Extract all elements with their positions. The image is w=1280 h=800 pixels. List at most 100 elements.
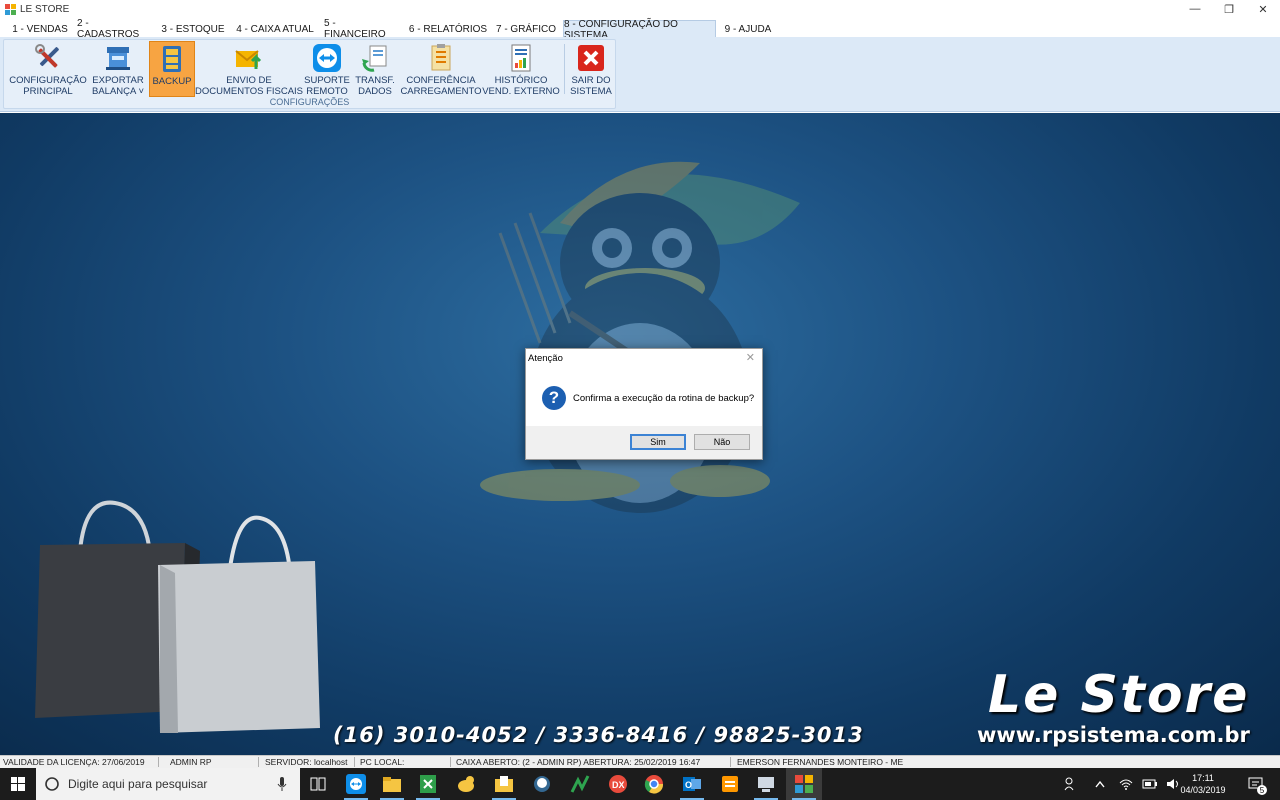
tab-cadastros[interactable]: 2 - CADASTROS [77, 18, 153, 40]
taskbar-app-lestore[interactable] [786, 768, 822, 800]
taskbar-app-duck[interactable] [448, 768, 484, 800]
windows-taskbar: Digite aqui para pesquisar DX O 17:11 04… [0, 768, 1280, 800]
status-server: SERVIDOR: localhost [265, 757, 348, 767]
status-bar: VALIDADE DA LICENÇA: 27/06/2019 ADMIN RP… [0, 755, 1280, 768]
dialog-footer: Sim Não [526, 426, 762, 459]
wifi-icon[interactable] [1116, 768, 1136, 800]
scale-icon [103, 43, 133, 73]
task-view-button[interactable] [300, 768, 336, 800]
window-title: LE STORE [20, 3, 70, 15]
sair-do-sistema-button[interactable]: SAIR DO SISTEMA [569, 41, 613, 97]
confirm-backup-dialog: Atenção ✕ ? Confirma a execução da rotin… [525, 348, 763, 460]
chrome-icon [644, 775, 664, 794]
taskbar-app-explorer[interactable] [374, 768, 410, 800]
conferencia-carregamento-button[interactable]: CONFERÊNCIA CARREGAMENTO [400, 41, 482, 97]
taskbar-clock[interactable]: 17:11 04/03/2019 [1172, 772, 1234, 796]
transf-dados-button[interactable]: TRANSF. DADOS [354, 41, 396, 97]
exit-icon [576, 43, 606, 73]
spreadsheet-icon [420, 775, 436, 793]
backup-button[interactable]: BACKUP [149, 41, 195, 97]
folder-icon [495, 776, 513, 792]
title-bar: LE STORE — ❐ ✕ [0, 0, 1280, 18]
tab-estoque[interactable]: 3 - ESTOQUE [160, 20, 226, 38]
editor-icon [722, 776, 738, 792]
outlook-icon: O [683, 777, 701, 791]
people-icon[interactable] [1060, 768, 1082, 800]
backup-icon [157, 44, 187, 74]
exportar-balanca-button[interactable]: EXPORTAR BALANÇA ˅ [90, 41, 146, 97]
svg-text:O: O [685, 780, 692, 790]
configuracao-principal-button[interactable]: CONFIGURAÇÃO PRINCIPAL [9, 41, 87, 97]
taskbar-search-box[interactable]: Digite aqui para pesquisar [36, 768, 300, 800]
folder-icon [383, 777, 401, 792]
task-view-icon [310, 777, 326, 791]
battery-icon[interactable] [1140, 768, 1160, 800]
contact-phones-text: (16) 3010-4052 / 3336-8416 / 98825-3013 [333, 723, 864, 747]
ribbon-group-label: CONFIGURAÇÕES [269, 97, 350, 107]
question-icon: ? [542, 386, 566, 410]
tab-grafico[interactable]: 7 - GRÁFICO [495, 20, 557, 38]
close-window-button[interactable]: ✕ [1246, 0, 1280, 18]
status-license: VALIDADE DA LICENÇA: 27/06/2019 [3, 757, 145, 767]
action-center-button[interactable]: 5 [1244, 768, 1268, 800]
start-button[interactable] [0, 768, 36, 800]
windows-logo-icon [11, 777, 25, 791]
minimize-button[interactable]: — [1178, 0, 1212, 18]
taskbar-app-teamviewer[interactable] [338, 768, 374, 800]
ribbon-separator [564, 44, 565, 94]
envelope-upload-icon [234, 43, 264, 73]
clock-date: 04/03/2019 [1180, 785, 1226, 795]
teamviewer-icon [312, 43, 342, 73]
report-icon [506, 43, 536, 73]
lestore-app-icon [795, 775, 813, 793]
dx-icon: DX [609, 775, 627, 793]
yes-button[interactable]: Sim [630, 434, 686, 450]
app-logo-icon [5, 3, 16, 15]
taskbar-app-chrome[interactable] [636, 768, 672, 800]
brand-name-text: Le Store [988, 665, 1250, 725]
status-pc-local: PC LOCAL: [360, 757, 405, 767]
dialog-message: Confirma a execução da rotina de backup? [573, 393, 755, 404]
taskbar-app-sheet[interactable] [410, 768, 446, 800]
teamviewer-taskbar-icon [346, 774, 366, 794]
taskbar-app-folder-2[interactable] [486, 768, 522, 800]
elephant-icon [534, 776, 550, 792]
tab-relatorios[interactable]: 6 - RELATÓRIOS [408, 20, 488, 38]
search-icon [45, 777, 59, 791]
historico-vend-externo-button[interactable]: HISTÓRICO VEND. EXTERNO [482, 41, 560, 97]
website-text: www.rpsistema.com.br [977, 723, 1250, 747]
search-placeholder: Digite aqui para pesquisar [68, 777, 208, 791]
dialog-title: Atenção [528, 353, 563, 364]
tools-icon [33, 43, 63, 73]
ribbon-tab-bar: 1 - VENDAS 2 - CADASTROS 3 - ESTOQUE 4 -… [0, 18, 1280, 41]
status-cash-register: CAIXA ABERTO: (2 - ADMIN RP) ABERTURA: 2… [456, 757, 701, 767]
svg-text:DX: DX [612, 780, 625, 790]
computer-icon [758, 777, 774, 792]
taskbar-app-chart[interactable] [562, 768, 598, 800]
envio-documentos-fiscais-button[interactable]: ENVIO DE DOCUMENTOS FISCAIS [195, 41, 303, 97]
tab-financeiro[interactable]: 5 - FINANCEIRO [324, 18, 400, 40]
status-company: EMERSON FERNANDES MONTEIRO - ME [737, 757, 904, 767]
ribbon-panel: CONFIGURAÇÃO PRINCIPAL EXPORTAR BALANÇA ˅ … [0, 37, 1280, 112]
tab-ajuda[interactable]: 9 - AJUDA [722, 20, 774, 38]
chart-app-icon [570, 775, 590, 793]
duck-icon [458, 776, 474, 792]
restore-button[interactable]: ❐ [1212, 0, 1246, 18]
clock-time: 17:11 [1192, 773, 1214, 783]
suporte-remoto-button[interactable]: SUPORTE REMOTO [304, 41, 350, 97]
tab-vendas[interactable]: 1 - VENDAS [7, 20, 73, 38]
notification-count-badge: 5 [1257, 785, 1267, 795]
ribbon-group-configuracoes: CONFIGURAÇÃO PRINCIPAL EXPORTAR BALANÇA ˅ … [3, 39, 616, 109]
taskbar-app-dx[interactable]: DX [600, 768, 636, 800]
taskbar-app-postgres[interactable] [524, 768, 560, 800]
dialog-close-icon[interactable]: ✕ [746, 351, 755, 364]
taskbar-app-outlook[interactable]: O [674, 768, 710, 800]
microphone-icon[interactable] [276, 776, 288, 792]
taskbar-app-sublime[interactable] [712, 768, 748, 800]
taskbar-app-remote[interactable] [748, 768, 784, 800]
no-button[interactable]: Não [694, 434, 750, 450]
status-user: ADMIN RP [170, 757, 212, 767]
checklist-icon [426, 43, 456, 73]
tab-caixa-atual[interactable]: 4 - CAIXA ATUAL [234, 20, 316, 38]
show-hidden-icons-chevron-icon[interactable] [1090, 768, 1110, 800]
